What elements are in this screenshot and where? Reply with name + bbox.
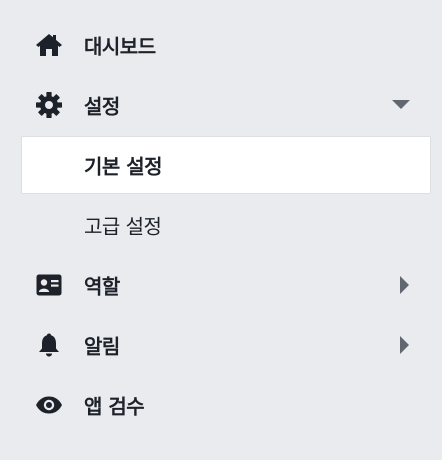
chevron-right-icon[interactable] [400,336,410,354]
sidebar-subitem-label: 기본 설정 [84,154,163,179]
home-icon [35,31,63,59]
gear-icon [35,91,63,119]
sidebar-item-label: 앱 검수 [84,394,145,419]
sidebar-item-dashboard[interactable]: 대시보드 [0,15,442,75]
sidebar-subitem-basic-settings[interactable]: 기본 설정 [21,136,431,194]
chevron-right-icon[interactable] [400,276,410,294]
sidebar-item-label: 알림 [84,334,120,359]
sidebar-subitem-advanced-settings[interactable]: 고급 설정 [0,195,442,255]
sidebar-item-label: 설정 [84,94,120,119]
sidebar-subitem-label: 고급 설정 [84,214,162,239]
sidebar-item-roles[interactable]: 역할 [0,255,442,315]
sidebar-nav: 대시보드 설정 기본 설정 고급 설정 역할 알림 앱 검수 [0,15,442,435]
sidebar-item-label: 대시보드 [84,34,156,59]
sidebar-item-alerts[interactable]: 알림 [0,315,442,375]
eye-icon [35,391,63,419]
bell-icon [35,331,63,359]
contact-card-icon [35,271,63,299]
sidebar-item-label: 역할 [84,274,120,299]
sidebar-item-settings[interactable]: 설정 [0,75,442,135]
chevron-down-icon[interactable] [392,100,410,110]
sidebar-item-app-review[interactable]: 앱 검수 [0,375,442,435]
